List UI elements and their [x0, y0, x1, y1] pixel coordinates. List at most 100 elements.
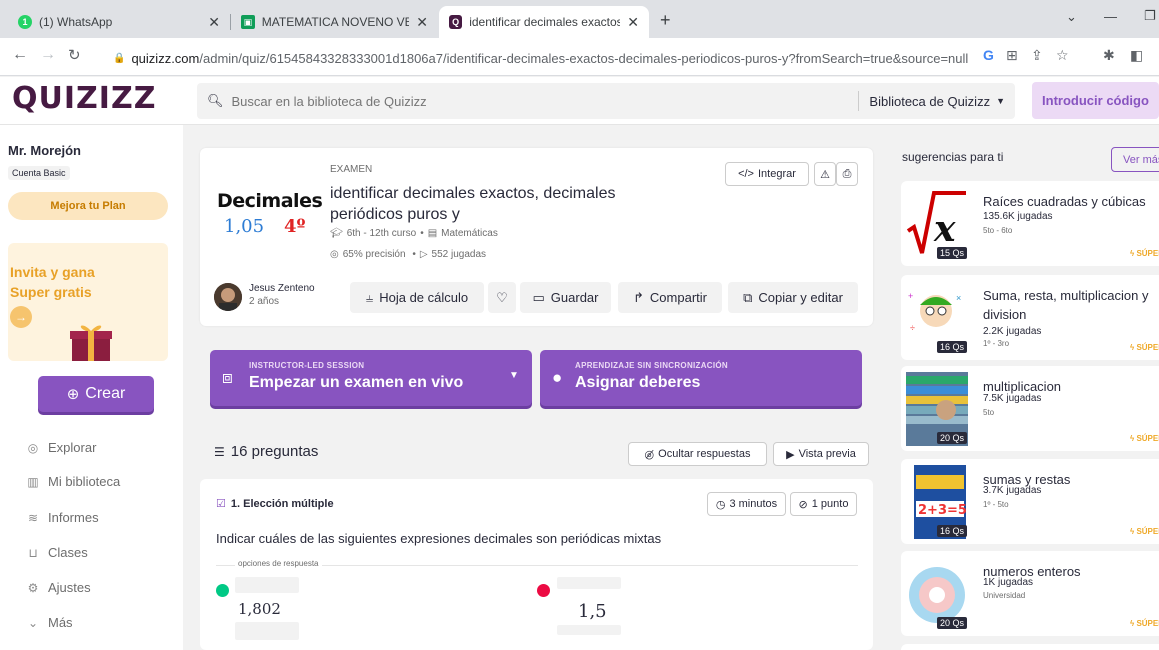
close-icon[interactable]: ✕ [208, 14, 220, 31]
classes-icon: ⊔ [28, 545, 38, 560]
share-button[interactable]: ↱ Compartir [618, 282, 722, 313]
nav-informes[interactable]: ≋ Informes [26, 510, 99, 525]
forward-icon[interactable]: → [40, 46, 56, 64]
suggestion-plays: 2.2K jugadas [983, 326, 1042, 337]
search-icon: 🔍︎ [207, 93, 224, 108]
search-input[interactable] [231, 93, 852, 109]
see-more-button[interactable]: Ver más [1111, 147, 1159, 172]
suggestion-grade: Universidad [983, 591, 1026, 600]
report-button[interactable]: ⚠ [814, 162, 836, 186]
start-live-quiz-button[interactable]: ⧈ INSTRUCTOR-LED SESSION Empezar un exam… [210, 350, 532, 406]
suggestion-card[interactable]: + × ÷ 16 Qs Suma, resta, multiplicacion y … [901, 275, 1159, 360]
spreadsheet-button[interactable]: ⫨ Hoja de cálculo [350, 282, 484, 313]
embed-label: Integrar [757, 168, 796, 180]
question-type-label: 1. Elección múltiple [230, 497, 334, 510]
library-select-label: Biblioteca de Quizizz [869, 93, 991, 109]
question-count-badge: 20 Qs [937, 617, 968, 629]
print-button[interactable]: ⎙ [836, 162, 858, 186]
super-badge: ϟ SÚPER [1130, 343, 1159, 352]
reload-icon[interactable]: ↻ [68, 46, 81, 64]
translate-icon[interactable]: ⊞ [1006, 47, 1018, 64]
tab-quizizz[interactable]: Q identificar decimales exactos, dec ✕ [439, 6, 649, 38]
tab-title: identificar decimales exactos, dec [469, 15, 621, 29]
star-icon[interactable]: ☆ [1056, 47, 1069, 64]
nav-label: Explorar [48, 440, 97, 455]
nav-ajustes[interactable]: ⚙ Ajustes [26, 580, 91, 595]
url-field[interactable]: 🔒 quizizz.com/admin/quiz/615458433283330… [113, 47, 968, 69]
thumb-num1: 1,05 [224, 216, 265, 237]
close-icon[interactable]: ✕ [416, 14, 428, 31]
suggestion-title: Raíces cuadradas y cúbicas [983, 194, 1146, 209]
nav-mi-biblioteca[interactable]: ▥ Mi biblioteca [26, 474, 120, 489]
preview-button[interactable]: ▶ Vista previa [773, 442, 869, 466]
question-count-badge: 20 Qs [937, 432, 968, 444]
assign-homework-button[interactable]: ● APRENDIZAJE SIN SINCRONIZACIÓN Asignar… [540, 350, 862, 406]
suggestion-card[interactable]: x 15 Qs Raíces cuadradas y cúbicas 135.6… [901, 181, 1159, 266]
upgrade-button[interactable]: Mejora tu Plan [8, 192, 168, 220]
app-header: QUIZIZZ 🔍︎ Biblioteca de Quizizz ▼ Intro… [0, 77, 1159, 125]
subject-label: Matemáticas [441, 228, 498, 239]
answer-option-b: 1,5 [578, 601, 607, 622]
extensions-icon[interactable]: ✱ [1103, 47, 1115, 64]
checkbox-icon: ☑ [216, 498, 226, 510]
check-circle-icon: ⊘ [798, 498, 808, 511]
new-tab-button[interactable]: + [660, 10, 671, 31]
library-select[interactable]: Biblioteca de Quizizz ▼ [858, 91, 1005, 111]
save-button[interactable]: ▭ Guardar [520, 282, 611, 313]
suggestion-card[interactable]: 20 Qs multiplicacion 7.5K jugadas 5to ϟ … [901, 366, 1159, 451]
copy-edit-label: Copiar y editar [758, 290, 843, 305]
quiz-type: EXAMEN [330, 164, 373, 175]
suggestion-thumbnail: 2+3=5 16 Qs [906, 465, 968, 539]
nav-clases[interactable]: ⊔ Clases [26, 545, 88, 560]
tab-whatsapp[interactable]: 1 (1) WhatsApp ✕ [8, 6, 230, 38]
quiz-title: identificar decimales exactos, decimales… [330, 185, 616, 223]
clock-icon: ◷ [715, 498, 726, 511]
author-name: Jesus Zenteno [249, 283, 315, 294]
suggestion-card[interactable]: 2+3=5 16 Qs sumas y restas 3.7K jugadas … [901, 459, 1159, 544]
tab-classroom[interactable]: ▣ MATEMATICA NOVENO VESPERTI ✕ [231, 6, 438, 38]
author-avatar[interactable] [214, 283, 242, 311]
search-bar[interactable]: 🔍︎ Biblioteca de Quizizz ▼ [197, 83, 1015, 119]
author-info[interactable]: Jesus Zenteno 2 años [249, 282, 315, 308]
play-icon: ▶ [786, 448, 795, 461]
suggestion-grade: 1º - 3ro [983, 339, 1010, 348]
copy-edit-button[interactable]: ⧉ Copiar y editar [728, 282, 858, 313]
suggestion-thumbnail: x 15 Qs [906, 187, 968, 261]
url-path: /admin/quiz/61545843328333001d1806a7/ide… [199, 50, 969, 66]
like-button[interactable]: ♡ [488, 282, 516, 313]
arrow-right-icon[interactable]: → [10, 306, 32, 328]
homework-title: Asignar deberes [575, 374, 701, 391]
points-badge: ⊘ 1 punto [790, 492, 857, 516]
suggestion-thumbnail: + × ÷ 16 Qs [906, 281, 968, 355]
google-icon[interactable]: G [983, 47, 994, 63]
whatsapp-icon: 1 [18, 15, 32, 29]
graduation-cap-icon: 🎓︎ [330, 228, 343, 239]
back-icon[interactable]: ← [12, 46, 28, 64]
suggestion-plays: 3.7K jugadas [983, 485, 1042, 496]
enter-code-button[interactable]: Introducir código [1032, 82, 1159, 119]
nav-label: Clases [48, 545, 88, 560]
quizizz-logo[interactable]: QUIZIZZ [12, 81, 156, 116]
placeholder-bar [557, 625, 621, 635]
share-icon[interactable]: ⇪ [1031, 47, 1043, 64]
hide-answers-button[interactable]: ◎̸ Ocultar respuestas [628, 442, 767, 466]
embed-button[interactable]: </> Integrar [725, 162, 809, 186]
caret-down-icon[interactable]: ▼ [509, 370, 519, 381]
sidepanel-icon[interactable]: ◧ [1130, 47, 1143, 64]
minimize-button[interactable]: — [1104, 9, 1117, 24]
tab-search-icon[interactable]: ⌄ [1066, 9, 1077, 25]
plus-circle-icon: ⊕ [66, 386, 80, 403]
close-icon[interactable]: ✕ [627, 14, 639, 31]
super-label: SÚPER [1136, 343, 1159, 352]
browser-tab-bar: 1 (1) WhatsApp ✕ ▣ MATEMATICA NOVENO VES… [0, 0, 1159, 38]
create-button[interactable]: ⊕ Crear [38, 376, 154, 412]
suggestion-card[interactable]: 20 Qs numeros enteros 1K jugadas Univers… [901, 551, 1159, 636]
heart-icon: ♡ [496, 289, 508, 305]
nav-mas[interactable]: ⌄ Más [26, 615, 73, 630]
super-label: SÚPER [1136, 619, 1159, 628]
create-label: Crear [85, 385, 126, 402]
invite-banner[interactable]: Invita y gana Super gratis → [8, 243, 168, 361]
restore-button[interactable]: ❐ [1144, 8, 1156, 24]
nav-explorar[interactable]: ◎ Explorar [26, 440, 97, 455]
code-icon: </> [738, 168, 754, 180]
